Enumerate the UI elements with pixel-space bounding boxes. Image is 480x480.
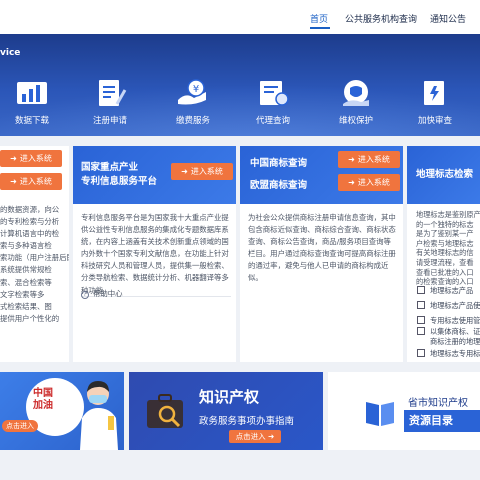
document-icon [417,349,425,357]
enter-system-button[interactable]: ➜ 进入系统 [338,174,400,191]
banner-slogan: 中国 加油 [33,388,53,411]
card-description: 专利信息服务平台是为国家我十大重点产业提 供公益性专利信息服务的集成化专题数据库… [81,213,229,295]
gi-link-item[interactable]: 专用标志使用管理 [417,316,480,326]
book-icon [366,402,394,426]
nav-item-notices[interactable]: 通知公告 [430,12,466,25]
top-nav: 首页 公共服务机构查询 通知公告 [0,0,480,34]
banner-title: 省市知识产权 [408,398,468,409]
card-key-industry-patent: 国家重点产业 专利信息服务平台 ➜ 进入系统 专利信息服务平台是为国家我十大重点产… [73,146,236,362]
document-icon [417,301,425,309]
gi-link-item[interactable]: 商标注册的地理标 [417,337,480,347]
chart-icon [17,82,47,104]
service-agency-query[interactable]: 代理查询 [243,78,303,126]
document-icon [417,286,425,294]
fast-doc-icon [424,81,444,105]
gi-link-item[interactable]: 地理标志产品使用 [417,301,480,311]
banner-ip-service-guide[interactable]: 知识产权 政务服务事项办事指南 点击进入 ➜ [129,372,323,450]
card-trademark-query: 中国商标查询 欧盟商标查询 ➜ 进入系统 ➜ 进入系统 为社会公众提供商标注册申请信… [240,146,403,362]
help-center-link[interactable]: ? 帮助中心 [81,288,123,299]
banner-title: 知识产权 [199,388,260,406]
eu-trademark-title: 欧盟商标查询 [250,180,308,191]
banner-enter-button[interactable]: 点击进入 [2,420,38,432]
cn-trademark-title: 中国商标查询 [250,158,308,169]
enter-system-button[interactable]: ➜ 进入系统 [338,151,400,168]
card-header: 国家重点产业 专利信息服务平台 ➜ 进入系统 [73,146,236,204]
service-label: 缴费服务 [175,116,210,126]
gi-link-item[interactable]: 以集体商标、证明 [417,327,480,337]
service-payment[interactable]: ¥ 缴费服务 [163,78,223,126]
briefcase-search-icon [147,394,183,428]
banner-tag: 资源目录 [404,410,480,432]
card-description: 的数据资源，向公 的专利检索与分析 计算机语言中的检 索与多种语言检 索功能（用… [0,205,69,323]
hero-banner: vice 数据下载 注册申请 ¥ 缴费服务 代理查询 维权保护 加快审查 [0,34,480,136]
service-label: 维权保护 [338,116,373,126]
gi-link-item[interactable]: 地理标志产品 [417,286,473,296]
help-icon: ? [81,291,89,299]
service-registration[interactable]: 注册申请 [80,78,140,126]
gi-link-item[interactable]: 地理标志专用标志 [417,349,480,359]
yen-payment-icon: ¥ [178,79,206,105]
service-data-download[interactable]: 数据下载 [2,78,62,126]
nav-item-home[interactable]: 首页 [310,12,328,25]
document-icon [417,316,425,324]
service-expedited-review[interactable]: 加快审查 [405,78,465,126]
brand-text-fragment: vice [0,48,21,58]
nav-active-underline [310,27,330,29]
card-description: 地理标志是鉴别原产 的一个独特的标志 是为了鉴别某一产 户检索与地理标志 有关地… [416,210,480,287]
card-title-line: 国家重点产业 [81,162,139,173]
enter-system-button[interactable]: ➜ 进入系统 [0,173,62,190]
banner-china-jiayou[interactable]: 中国 加油 点击进入 [0,372,124,450]
card-header: 地理标志检索 [407,146,480,204]
card-description: 为社会公众提供商标注册申请信息查询，其中 包含商标近似查询、商标综合查询、商标状… [248,213,396,283]
banner-subtitle: 政务服务事项办事指南 [199,416,295,427]
certificate-icon [260,81,289,106]
doctor-illustration [80,381,118,450]
card-header: 中国商标查询 欧盟商标查询 ➜ 进入系统 ➜ 进入系统 [240,146,403,204]
enter-system-button[interactable]: ➜ 进入系统 [0,150,62,167]
card-geo-indication: 地理标志检索 地理标志是鉴别原产 的一个独特的标志 是为了鉴别某一产 户检索与地… [407,146,480,362]
enter-system-button[interactable]: ➜ 进入系统 [171,163,233,180]
service-label: 注册申请 [92,116,127,126]
card-title-line: 专利信息服务平台 [81,176,158,187]
banner-enter-button[interactable]: 点击进入 ➜ [229,430,281,443]
document-pen-icon [99,80,127,106]
shield-hand-icon [343,80,369,106]
document-icon [417,327,425,335]
service-label: 数据下载 [14,116,49,126]
service-rights-protection[interactable]: 维权保护 [326,78,386,126]
card-patent-search-partial: ➜ 进入系统 ➜ 进入系统 的数据资源，向公 的专利检索与分析 计算机语言中的检 索… [0,146,69,362]
service-label: 代理查询 [255,116,290,126]
service-label: 加快审查 [417,116,452,126]
card-title: 地理标志检索 [416,169,474,180]
nav-item-service-agencies[interactable]: 公共服务机构查询 [345,12,417,25]
banner-resource-catalog[interactable]: 省市知识产权 资源目录 [328,372,480,450]
svg-text:¥: ¥ [193,84,199,95]
